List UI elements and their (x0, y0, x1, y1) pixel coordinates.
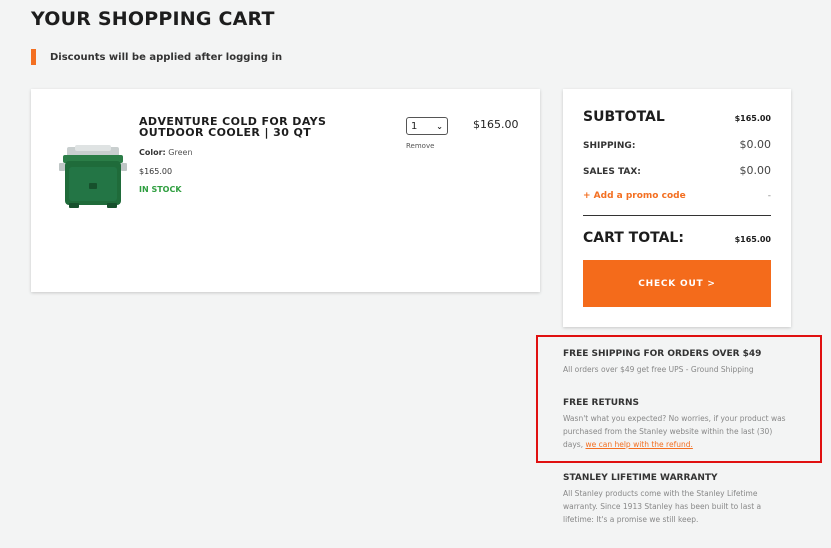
page-title: YOUR SHOPPING CART (31, 8, 275, 30)
product-name[interactable]: ADVENTURE COLD FOR DAYS OUTDOOR COOLER |… (139, 116, 369, 138)
cart-total-row: CART TOTAL: $165.00 (583, 230, 771, 246)
free-shipping-title: FREE SHIPPING FOR ORDERS OVER $49 (563, 349, 762, 359)
checkout-button[interactable]: CHECK OUT > (583, 260, 771, 307)
notice-text: Discounts will be applied after logging … (50, 51, 283, 63)
free-shipping-text: All orders over $49 get free UPS - Groun… (563, 365, 754, 374)
sales-tax-value: $0.00 (739, 164, 772, 177)
subtotal-row: SUBTOTAL $165.00 (583, 109, 771, 125)
notice-accent-bar (31, 49, 36, 65)
sales-tax-row: SALES TAX: $0.00 (583, 164, 771, 177)
warranty-title: STANLEY LIFETIME WARRANTY (563, 473, 718, 483)
refund-help-link[interactable]: we can help with the refund. (585, 440, 692, 449)
sales-tax-label: SALES TAX: (583, 167, 641, 177)
promo-value: - (767, 191, 771, 201)
free-shipping-info: FREE SHIPPING FOR ORDERS OVER $49 All or… (563, 349, 793, 376)
product-color: Color: Green (139, 148, 193, 157)
free-returns-text: Wasn't what you expected? No worries, if… (563, 412, 793, 451)
cart-total-value: $165.00 (734, 235, 771, 244)
order-summary: SUBTOTAL $165.00 SHIPPING: $0.00 SALES T… (563, 89, 791, 327)
discount-notice: Discounts will be applied after logging … (31, 49, 282, 65)
chevron-down-icon: ⌄ (436, 121, 443, 131)
line-total: $165.00 (473, 118, 519, 131)
add-promo-code-link[interactable]: + Add a promo code (583, 191, 686, 201)
free-returns-title: FREE RETURNS (563, 398, 639, 408)
cart-item-card: ADVENTURE COLD FOR DAYS OUTDOOR COOLER |… (31, 89, 540, 292)
shipping-row: SHIPPING: $0.00 (583, 138, 771, 151)
promo-row: + Add a promo code - (583, 191, 771, 201)
product-unit-price: $165.00 (139, 167, 173, 176)
quantity-select[interactable]: 1 ⌄ (406, 117, 448, 135)
product-color-label: Color: (139, 148, 166, 157)
subtotal-value: $165.00 (734, 114, 771, 123)
stock-status: IN STOCK (139, 185, 182, 194)
shipping-value: $0.00 (739, 138, 772, 151)
quantity-value: 1 (411, 120, 418, 132)
warranty-text: All Stanley products come with the Stanl… (563, 489, 762, 524)
free-returns-info: FREE RETURNS Wasn't what you expected? N… (563, 398, 793, 451)
cooler-image[interactable] (59, 145, 127, 209)
subtotal-label: SUBTOTAL (583, 109, 665, 125)
summary-divider (583, 215, 771, 216)
warranty-info: STANLEY LIFETIME WARRANTY All Stanley pr… (563, 473, 793, 526)
product-color-value: Green (168, 148, 193, 157)
remove-link[interactable]: Remove (406, 142, 434, 150)
cart-total-label: CART TOTAL: (583, 230, 684, 246)
shipping-label: SHIPPING: (583, 141, 636, 151)
